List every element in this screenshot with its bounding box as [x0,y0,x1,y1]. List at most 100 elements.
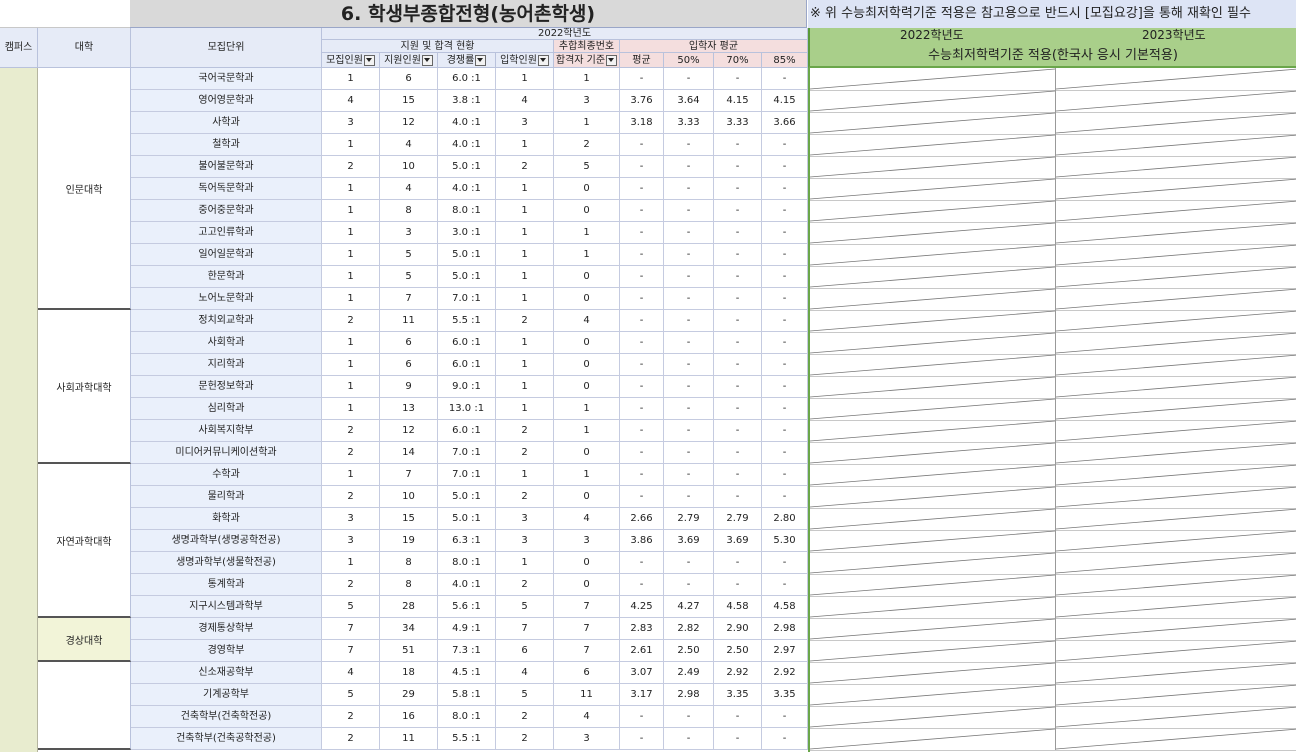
dept-name-cell[interactable]: 경제통상학부 [131,618,322,640]
table-cell[interactable]: - [620,354,664,376]
table-cell[interactable]: 0 [554,178,620,200]
table-cell[interactable]: - [762,244,808,266]
table-cell[interactable]: 7 [322,618,380,640]
table-cell[interactable]: - [714,266,762,288]
table-cell[interactable]: 19 [380,530,438,552]
table-cell[interactable]: 2 [322,156,380,178]
table-cell[interactable]: - [664,222,714,244]
table-cell[interactable]: - [714,68,762,90]
csat-row[interactable] [810,156,1296,179]
table-cell[interactable]: - [664,354,714,376]
table-cell[interactable]: 4.0 :1 [438,574,496,596]
college-cell[interactable]: 사회과학대학 [38,310,131,464]
table-cell[interactable]: 3.86 [620,530,664,552]
table-cell[interactable]: 2 [554,134,620,156]
table-cell[interactable]: 1 [496,332,554,354]
table-cell[interactable]: 18 [380,662,438,684]
table-cell[interactable]: 3 [496,508,554,530]
table-cell[interactable]: 2 [322,728,380,750]
csat-row[interactable] [810,442,1296,465]
dept-name-cell[interactable]: 한문학과 [131,266,322,288]
table-cell[interactable]: 34 [380,618,438,640]
table-cell[interactable]: 10 [380,486,438,508]
table-cell[interactable]: 2.79 [664,508,714,530]
dept-name-cell[interactable]: 지리학과 [131,354,322,376]
table-cell[interactable]: - [762,134,808,156]
table-cell[interactable]: 2 [322,486,380,508]
filter-dropdown-icon[interactable] [475,54,487,66]
table-cell[interactable]: 1 [322,288,380,310]
table-cell[interactable]: - [714,398,762,420]
csat-row[interactable] [810,310,1296,333]
table-cell[interactable]: 4.9 :1 [438,618,496,640]
table-cell[interactable]: - [620,178,664,200]
dept-name-cell[interactable]: 지구시스템과학부 [131,596,322,618]
table-cell[interactable]: - [664,332,714,354]
table-cell[interactable]: 7 [554,618,620,640]
csat-row[interactable] [810,706,1296,729]
table-cell[interactable]: 2 [322,310,380,332]
table-cell[interactable]: 3 [322,508,380,530]
table-cell[interactable]: 3 [322,530,380,552]
table-cell[interactable]: - [620,288,664,310]
dept-name-cell[interactable]: 기계공학부 [131,684,322,706]
table-cell[interactable]: 3.76 [620,90,664,112]
dept-name-cell[interactable]: 중어중문학과 [131,200,322,222]
table-cell[interactable]: 5.0 :1 [438,508,496,530]
csat-row[interactable] [810,266,1296,289]
table-cell[interactable]: 8.0 :1 [438,552,496,574]
table-cell[interactable]: 13 [380,398,438,420]
table-cell[interactable]: - [664,68,714,90]
table-cell[interactable]: 3 [554,728,620,750]
table-cell[interactable]: - [762,486,808,508]
table-cell[interactable]: 1 [496,552,554,574]
table-cell[interactable]: 0 [554,376,620,398]
table-cell[interactable]: - [620,332,664,354]
table-cell[interactable]: 6 [380,68,438,90]
table-cell[interactable]: 7 [554,596,620,618]
table-cell[interactable]: 3.17 [620,684,664,706]
table-cell[interactable]: 3.33 [714,112,762,134]
header-dept[interactable]: 모집단위 [131,28,322,68]
table-cell[interactable]: 1 [322,178,380,200]
csat-row[interactable] [810,376,1296,399]
table-cell[interactable]: 4 [554,310,620,332]
csat-row[interactable] [810,288,1296,311]
table-cell[interactable]: - [664,266,714,288]
csat-row[interactable] [810,134,1296,157]
table-cell[interactable]: - [714,178,762,200]
filter-dropdown-icon[interactable] [606,54,618,66]
table-cell[interactable]: - [762,398,808,420]
table-cell[interactable]: - [714,310,762,332]
table-cell[interactable]: 0 [554,266,620,288]
dept-name-cell[interactable]: 불어불문학과 [131,156,322,178]
dept-name-cell[interactable]: 건축학부(건축학전공) [131,706,322,728]
table-cell[interactable]: - [762,68,808,90]
csat-row[interactable] [810,68,1296,91]
csat-row[interactable] [810,178,1296,201]
csat-row[interactable] [810,552,1296,575]
table-cell[interactable]: - [762,200,808,222]
table-cell[interactable]: 3.8 :1 [438,90,496,112]
table-cell[interactable]: 3.18 [620,112,664,134]
column-header[interactable]: 50% [664,53,714,68]
table-cell[interactable]: 4 [322,662,380,684]
table-cell[interactable]: 11 [380,310,438,332]
table-cell[interactable]: 1 [496,178,554,200]
table-cell[interactable]: - [714,376,762,398]
table-cell[interactable]: 2.83 [620,618,664,640]
table-cell[interactable]: - [620,486,664,508]
column-header[interactable]: 70% [714,53,762,68]
table-cell[interactable]: 6.0 :1 [438,68,496,90]
table-cell[interactable]: 3.66 [762,112,808,134]
table-cell[interactable]: 2 [322,420,380,442]
table-cell[interactable]: - [762,354,808,376]
table-cell[interactable]: - [620,68,664,90]
dept-name-cell[interactable]: 통계학과 [131,574,322,596]
table-cell[interactable]: 2 [496,442,554,464]
csat-row[interactable] [810,508,1296,531]
table-cell[interactable]: 11 [380,728,438,750]
table-cell[interactable]: - [620,222,664,244]
table-cell[interactable]: 5.0 :1 [438,486,496,508]
table-cell[interactable]: 0 [554,574,620,596]
